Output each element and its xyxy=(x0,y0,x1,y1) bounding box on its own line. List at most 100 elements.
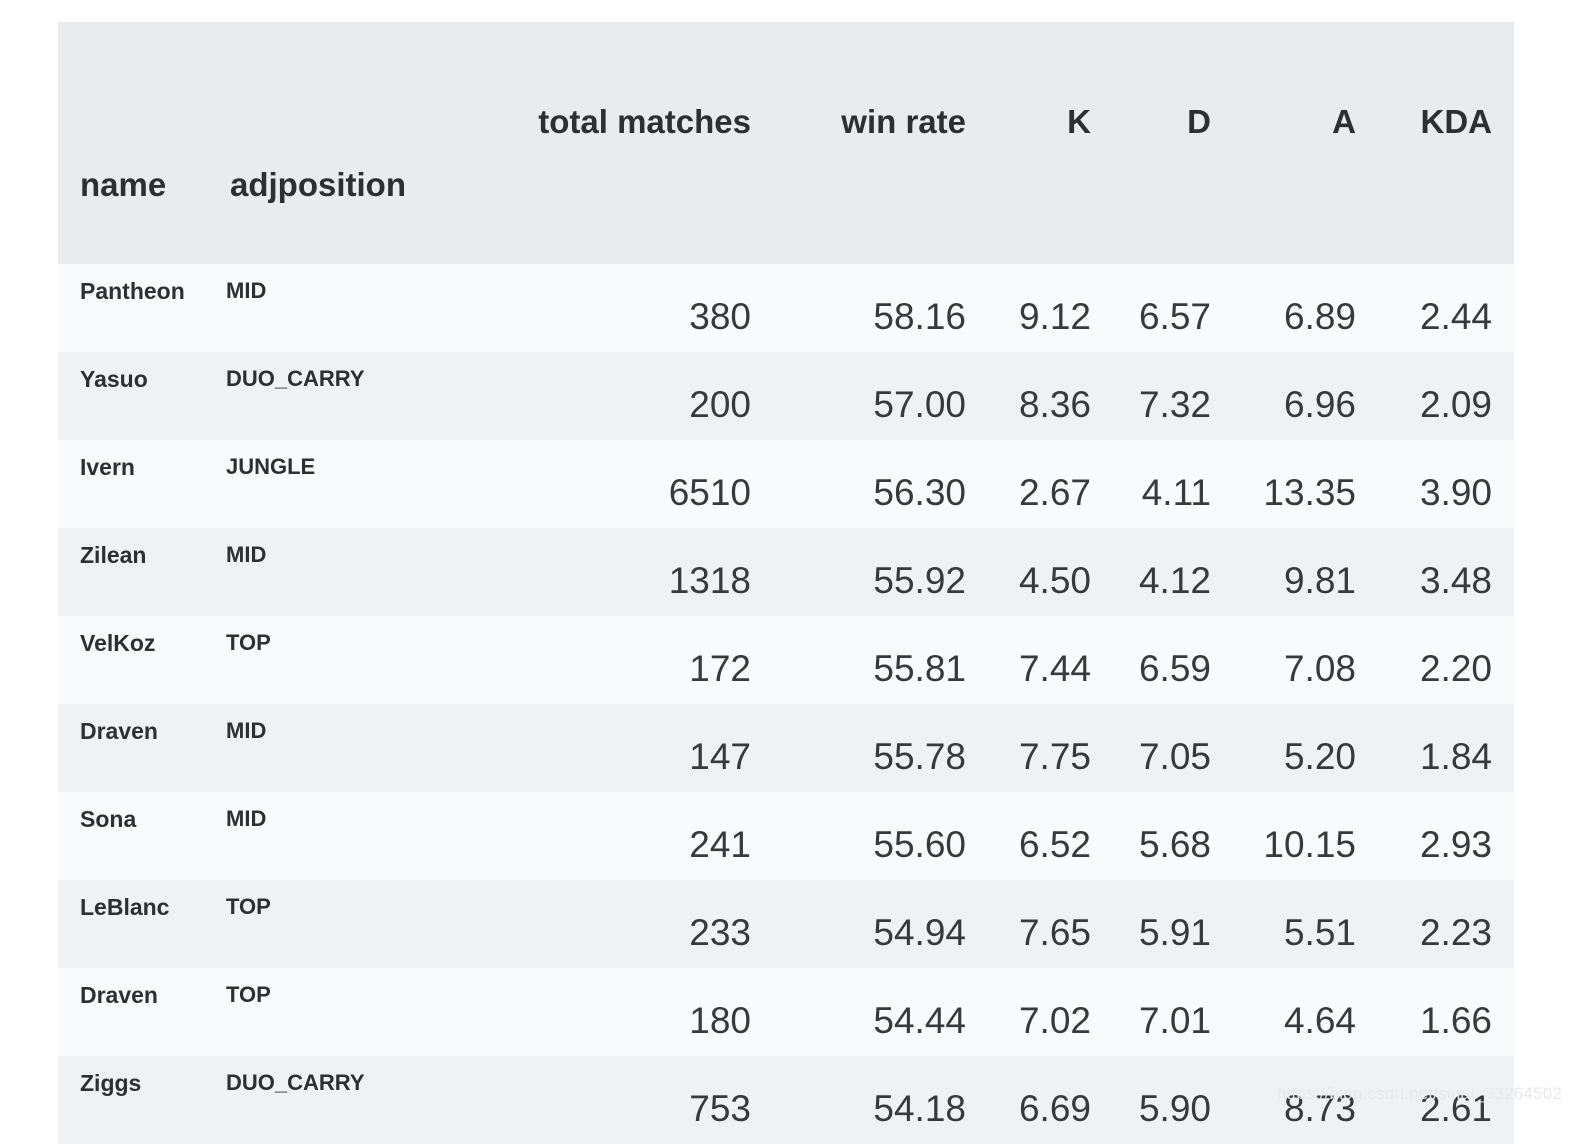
row-index-adjposition: TOP xyxy=(208,880,473,968)
row-index-adjposition: JUNGLE xyxy=(208,440,473,528)
row-index-adjposition: DUO_CARRY xyxy=(208,1056,473,1144)
cell-kda: 2.93 xyxy=(1378,792,1514,880)
cell-a: 8.73 xyxy=(1233,1056,1378,1144)
cell-kda: 2.23 xyxy=(1378,880,1514,968)
cell-d: 4.12 xyxy=(1113,528,1233,616)
index-row-blank-a xyxy=(1233,146,1378,264)
column-header-kda: KDA xyxy=(1378,22,1514,146)
index-row-blank-kda xyxy=(1378,146,1514,264)
table-row: Zilean MID 1318 55.92 4.50 4.12 9.81 3.48 xyxy=(58,528,1514,616)
row-index-name: Sona xyxy=(58,792,208,880)
column-header-win-rate: win rate xyxy=(773,22,988,146)
cell-win-rate: 58.16 xyxy=(773,264,988,352)
cell-kda: 3.48 xyxy=(1378,528,1514,616)
table-row: Yasuo DUO_CARRY 200 57.00 8.36 7.32 6.96 2.09 xyxy=(58,352,1514,440)
row-index-adjposition: MID xyxy=(208,792,473,880)
cell-a: 10.15 xyxy=(1233,792,1378,880)
cell-k: 9.12 xyxy=(988,264,1113,352)
index-row-blank-win-rate xyxy=(773,146,988,264)
column-header-d: D xyxy=(1113,22,1233,146)
cell-d: 7.05 xyxy=(1113,704,1233,792)
cell-k: 2.67 xyxy=(988,440,1113,528)
cell-k: 7.75 xyxy=(988,704,1113,792)
row-index-name: Pantheon xyxy=(58,264,208,352)
cell-total-matches: 200 xyxy=(473,352,773,440)
index-row-blank-d xyxy=(1113,146,1233,264)
cell-k: 6.52 xyxy=(988,792,1113,880)
cell-total-matches: 180 xyxy=(473,968,773,1056)
cell-total-matches: 241 xyxy=(473,792,773,880)
cell-total-matches: 753 xyxy=(473,1056,773,1144)
cell-a: 6.96 xyxy=(1233,352,1378,440)
table-row: VelKoz TOP 172 55.81 7.44 6.59 7.08 2.20 xyxy=(58,616,1514,704)
cell-win-rate: 56.30 xyxy=(773,440,988,528)
cell-d: 6.57 xyxy=(1113,264,1233,352)
cell-d: 6.59 xyxy=(1113,616,1233,704)
cell-total-matches: 6510 xyxy=(473,440,773,528)
table-row: Ziggs DUO_CARRY 753 54.18 6.69 5.90 8.73 2.61 xyxy=(58,1056,1514,1144)
cell-a: 5.51 xyxy=(1233,880,1378,968)
cell-win-rate: 55.81 xyxy=(773,616,988,704)
cell-a: 6.89 xyxy=(1233,264,1378,352)
index-name-row: name adjposition xyxy=(58,146,1514,264)
row-index-name: Zilean xyxy=(58,528,208,616)
row-index-adjposition: MID xyxy=(208,528,473,616)
row-index-name: Ziggs xyxy=(58,1056,208,1144)
header-blank-adjposition xyxy=(208,22,473,146)
table-row: Sona MID 241 55.60 6.52 5.68 10.15 2.93 xyxy=(58,792,1514,880)
cell-k: 7.02 xyxy=(988,968,1113,1056)
index-header-adjposition: adjposition xyxy=(208,146,473,264)
cell-kda: 1.84 xyxy=(1378,704,1514,792)
header-blank-name xyxy=(58,22,208,146)
cell-win-rate: 54.94 xyxy=(773,880,988,968)
row-index-name: LeBlanc xyxy=(58,880,208,968)
cell-total-matches: 233 xyxy=(473,880,773,968)
table-header: total matches win rate K D A KDA name ad… xyxy=(58,22,1514,264)
row-index-name: VelKoz xyxy=(58,616,208,704)
table-row: Ivern JUNGLE 6510 56.30 2.67 4.11 13.35 3.90 xyxy=(58,440,1514,528)
table-row: Pantheon MID 380 58.16 9.12 6.57 6.89 2.44 xyxy=(58,264,1514,352)
cell-kda: 2.61 xyxy=(1378,1056,1514,1144)
cell-win-rate: 54.44 xyxy=(773,968,988,1056)
index-row-blank-total-matches xyxy=(473,146,773,264)
cell-d: 4.11 xyxy=(1113,440,1233,528)
cell-total-matches: 172 xyxy=(473,616,773,704)
table-row: LeBlanc TOP 233 54.94 7.65 5.91 5.51 2.23 xyxy=(58,880,1514,968)
cell-kda: 1.66 xyxy=(1378,968,1514,1056)
column-header-k: K xyxy=(988,22,1113,146)
cell-kda: 3.90 xyxy=(1378,440,1514,528)
row-index-adjposition: DUO_CARRY xyxy=(208,352,473,440)
cell-d: 5.90 xyxy=(1113,1056,1233,1144)
cell-total-matches: 1318 xyxy=(473,528,773,616)
cell-a: 13.35 xyxy=(1233,440,1378,528)
cell-win-rate: 57.00 xyxy=(773,352,988,440)
table-row: Draven TOP 180 54.44 7.02 7.01 4.64 1.66 xyxy=(58,968,1514,1056)
cell-k: 8.36 xyxy=(988,352,1113,440)
dataframe-table-container: total matches win rate K D A KDA name ad… xyxy=(58,22,1514,1144)
cell-win-rate: 55.78 xyxy=(773,704,988,792)
index-header-name: name xyxy=(58,146,208,264)
row-index-adjposition: TOP xyxy=(208,616,473,704)
table-row: Draven MID 147 55.78 7.75 7.05 5.20 1.84 xyxy=(58,704,1514,792)
cell-kda: 2.20 xyxy=(1378,616,1514,704)
row-index-adjposition: TOP xyxy=(208,968,473,1056)
row-index-name: Ivern xyxy=(58,440,208,528)
row-index-name: Draven xyxy=(58,704,208,792)
cell-d: 5.68 xyxy=(1113,792,1233,880)
cell-win-rate: 54.18 xyxy=(773,1056,988,1144)
cell-a: 4.64 xyxy=(1233,968,1378,1056)
column-header-a: A xyxy=(1233,22,1378,146)
cell-kda: 2.09 xyxy=(1378,352,1514,440)
cell-a: 5.20 xyxy=(1233,704,1378,792)
cell-k: 6.69 xyxy=(988,1056,1113,1144)
table-body: Pantheon MID 380 58.16 9.12 6.57 6.89 2.44 Yasuo… xyxy=(58,264,1514,1144)
row-index-adjposition: MID xyxy=(208,704,473,792)
cell-d: 5.91 xyxy=(1113,880,1233,968)
row-index-name: Yasuo xyxy=(58,352,208,440)
index-row-blank-k xyxy=(988,146,1113,264)
cell-k: 7.44 xyxy=(988,616,1113,704)
column-header-total-matches: total matches xyxy=(473,22,773,146)
cell-a: 7.08 xyxy=(1233,616,1378,704)
cell-d: 7.01 xyxy=(1113,968,1233,1056)
cell-a: 9.81 xyxy=(1233,528,1378,616)
